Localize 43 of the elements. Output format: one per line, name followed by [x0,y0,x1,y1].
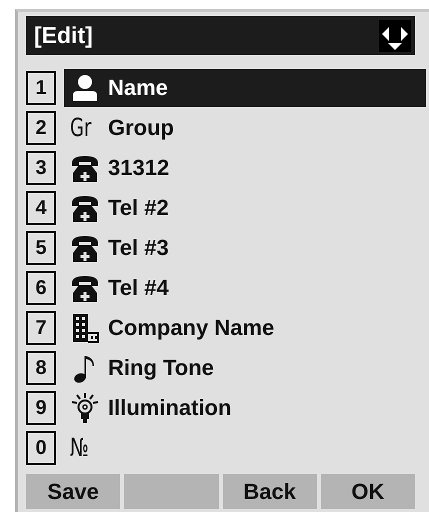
item-label: Company Name [108,315,274,341]
key-number: 3 [26,151,56,185]
building-icon [70,313,100,343]
screen-title: [Edit] [34,22,93,49]
soft-key[interactable]: Save [26,474,120,509]
key-number: 9 [26,391,56,425]
menu-item[interactable]: Name [64,69,426,107]
phone-icon [70,273,100,303]
menu-item[interactable]: № [64,429,426,467]
person-icon [70,73,100,103]
letter-icon: № [70,433,94,463]
menu-item[interactable]: Ring Tone [64,349,426,387]
item-label: Tel #4 [108,275,169,301]
key-number: 2 [26,111,56,145]
letter-icon: Gr [70,113,94,143]
key-number: 5 [26,231,56,265]
phone-icon [70,233,100,263]
menu-item[interactable]: Tel #3 [64,229,426,267]
item-label: Tel #2 [108,195,169,221]
menu-item[interactable]: 31312 [64,149,426,187]
menu-item[interactable]: Tel #2 [64,189,426,227]
key-number: 6 [26,271,56,305]
menu-item[interactable]: Tel #4 [64,269,426,307]
key-number: 0 [26,431,56,465]
item-label: Illumination [108,395,232,421]
item-label: Name [108,75,168,101]
key-number: 4 [26,191,56,225]
key-number: 1 [26,71,56,105]
item-label: Tel #3 [108,235,169,261]
phone-icon [70,193,100,223]
item-label: Ring Tone [108,355,214,381]
soft-key[interactable]: Back [222,474,317,509]
light-bulb-icon [70,393,100,423]
soft-key[interactable]: OK [320,474,415,509]
item-label: Group [108,115,174,141]
key-number: 8 [26,351,56,385]
key-number: 7 [26,311,56,345]
menu-item[interactable]: Illumination [64,389,426,427]
phone-icon [70,153,100,183]
item-label: 31312 [108,155,170,181]
menu-item[interactable]: Gr Group [64,109,426,147]
navigation-arrows-icon [379,20,411,52]
menu-item[interactable]: Company Name [64,309,426,347]
